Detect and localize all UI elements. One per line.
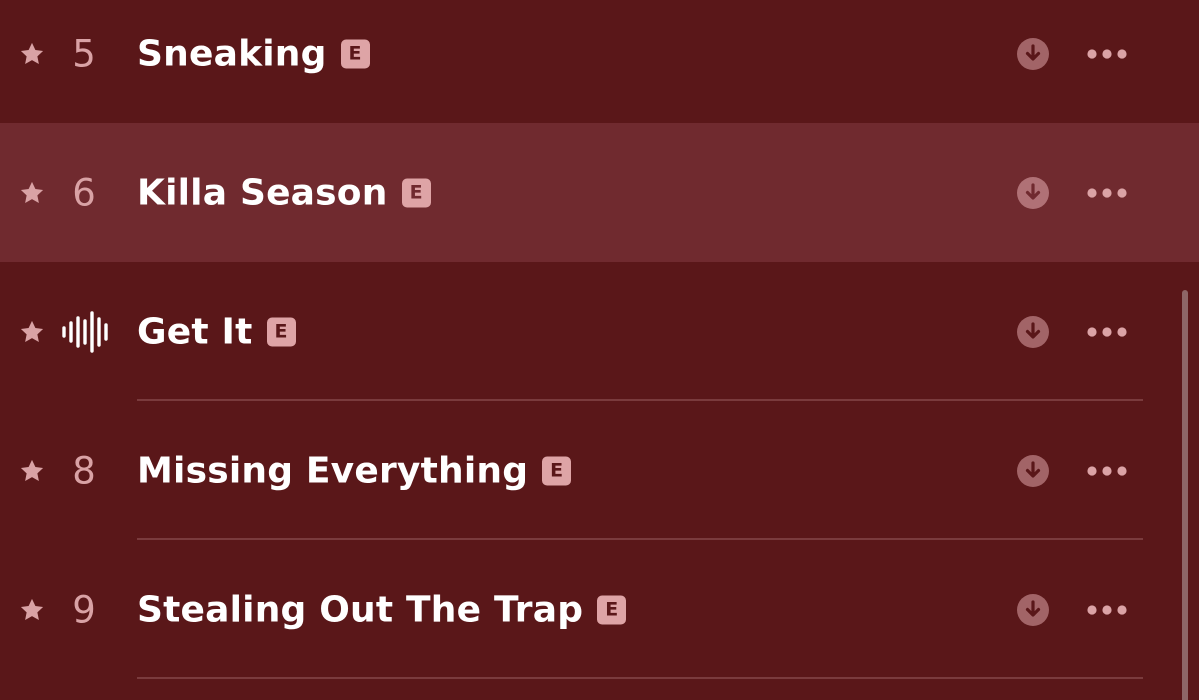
track-title-group: Killa Season E	[137, 172, 431, 213]
track-title: Missing Everything	[137, 450, 529, 491]
track-title-group: Missing Everything E	[137, 450, 572, 491]
waveform-icon	[62, 310, 108, 353]
explicit-badge: E	[597, 595, 627, 624]
star-icon[interactable]	[18, 457, 46, 485]
download-icon[interactable]	[1016, 37, 1050, 71]
track-number: 6	[72, 171, 96, 214]
download-icon[interactable]	[1016, 593, 1050, 627]
track-row[interactable]: 9 Stealing Out The Trap E	[0, 540, 1199, 679]
more-options-icon[interactable]	[1086, 326, 1128, 338]
scrollbar[interactable]	[1182, 290, 1188, 700]
more-options-icon[interactable]	[1086, 48, 1128, 60]
download-icon[interactable]	[1016, 454, 1050, 488]
track-row[interactable]: 5 Sneaking E	[0, 0, 1199, 123]
more-options-icon[interactable]	[1086, 604, 1128, 616]
row-divider	[137, 677, 1143, 679]
track-row-now-playing[interactable]: Get It E	[0, 262, 1199, 401]
track-number: 8	[72, 449, 96, 492]
star-icon[interactable]	[18, 179, 46, 207]
track-number: 9	[72, 588, 96, 631]
star-icon[interactable]	[18, 40, 46, 68]
track-title-group: Stealing Out The Trap E	[137, 589, 627, 630]
star-icon[interactable]	[18, 318, 46, 346]
track-row[interactable]: 6 Killa Season E	[0, 123, 1199, 262]
explicit-badge: E	[401, 178, 431, 207]
more-options-icon[interactable]	[1086, 465, 1128, 477]
download-icon[interactable]	[1016, 315, 1050, 349]
track-title: Sneaking	[137, 33, 327, 74]
star-icon[interactable]	[18, 596, 46, 624]
track-title: Stealing Out The Trap	[137, 589, 584, 630]
more-options-icon[interactable]	[1086, 187, 1128, 199]
track-number: 5	[72, 32, 96, 75]
download-icon[interactable]	[1016, 176, 1050, 210]
explicit-badge: E	[542, 456, 572, 485]
track-title-group: Get It E	[137, 311, 296, 352]
track-row[interactable]: 8 Missing Everything E	[0, 401, 1199, 540]
track-title: Killa Season	[137, 172, 388, 213]
track-title: Get It	[137, 311, 253, 352]
explicit-badge: E	[340, 39, 370, 68]
track-title-group: Sneaking E	[137, 33, 370, 74]
track-list: 5 Sneaking E 6 Killa Season E Get It E 8…	[0, 0, 1199, 700]
explicit-badge: E	[266, 317, 296, 346]
